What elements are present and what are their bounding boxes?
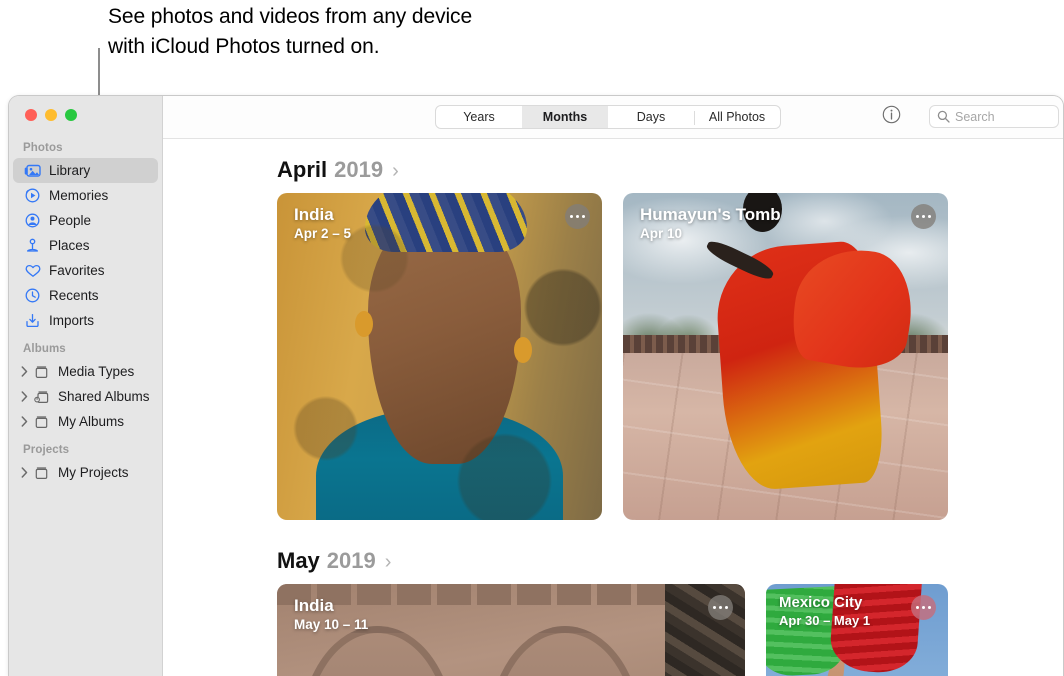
- sidebar-item-label: Memories: [49, 188, 109, 203]
- minimize-button[interactable]: [45, 109, 57, 121]
- toolbar: Years Months Days All Photos Search: [163, 96, 1063, 139]
- callout-line-2: with iCloud Photos turned on.: [108, 35, 380, 58]
- sidebar-item-favorites[interactable]: Favorites: [13, 258, 158, 283]
- memories-icon: [23, 187, 42, 204]
- month-year: 2019: [326, 548, 376, 573]
- sidebar-item-label: Library: [49, 163, 91, 178]
- photo-card-mexico-city[interactable]: Mexico City Apr 30 – May 1: [766, 584, 948, 676]
- info-icon: [882, 105, 901, 129]
- photo-row-may: India May 10 – 11 Mexico City Apr 30 – M…: [277, 584, 1063, 676]
- folder-icon: [32, 413, 51, 430]
- sidebar-item-label: Shared Albums: [58, 389, 150, 404]
- sidebar-list-albums: Media Types Shared Albums My Albums: [9, 359, 162, 434]
- sidebar-item-label: Places: [49, 238, 90, 253]
- search-field[interactable]: Search: [929, 105, 1059, 128]
- photo-row-april: India Apr 2 – 5 Humayun's Tomb Apr 10: [277, 193, 1063, 520]
- sidebar-item-label: Recents: [49, 288, 99, 303]
- sidebar-item-label: My Projects: [58, 465, 129, 480]
- more-options-button[interactable]: [911, 595, 936, 620]
- card-subtitle: Apr 30 – May 1: [779, 613, 871, 628]
- month-header-may[interactable]: May 2019 ›: [277, 548, 1063, 574]
- card-title: India: [294, 596, 334, 615]
- photos-grid[interactable]: April 2019 › India Apr 2 – 5 Humayun's T…: [163, 139, 1063, 676]
- month-header-april[interactable]: April 2019 ›: [277, 157, 1063, 183]
- sidebar-item-library[interactable]: Library: [13, 158, 158, 183]
- card-subtitle: Apr 2 – 5: [294, 226, 352, 241]
- sidebar-item-label: Imports: [49, 313, 95, 328]
- people-icon: [23, 212, 42, 229]
- imports-icon: [23, 312, 42, 329]
- sidebar-item-recents[interactable]: Recents: [13, 283, 158, 308]
- sidebar-item-label: People: [49, 213, 92, 228]
- more-options-button[interactable]: [565, 204, 590, 229]
- more-options-button[interactable]: [708, 595, 733, 620]
- chevron-right-icon[interactable]: [17, 365, 31, 379]
- tab-years[interactable]: Years: [436, 106, 522, 128]
- places-icon: [23, 237, 42, 254]
- tab-all-photos[interactable]: All Photos: [694, 106, 780, 128]
- search-input-placeholder: Search: [955, 109, 995, 124]
- callout-line-1: See photos and videos from any device: [108, 5, 473, 28]
- month-name: April: [277, 157, 328, 182]
- photo-card-india-may[interactable]: India May 10 – 11: [277, 584, 745, 676]
- chevron-right-icon[interactable]: ›: [385, 551, 392, 574]
- card-title: India: [294, 205, 334, 224]
- window-controls: [25, 109, 77, 121]
- sidebar-item-shared-albums[interactable]: Shared Albums: [13, 384, 158, 409]
- card-subtitle: May 10 – 11: [294, 617, 369, 632]
- tab-days[interactable]: Days: [608, 106, 694, 128]
- sidebar-item-my-albums[interactable]: My Albums: [13, 409, 158, 434]
- photo-card-humayuns-tomb[interactable]: Humayun's Tomb Apr 10: [623, 193, 948, 520]
- chevron-right-icon[interactable]: [17, 390, 31, 404]
- photos-window: Photos Library Memories People Places Fa…: [8, 95, 1064, 676]
- search-icon: [937, 110, 950, 123]
- recents-icon: [23, 287, 42, 304]
- view-mode-segmented-control[interactable]: Years Months Days All Photos: [435, 105, 781, 129]
- favorites-icon: [23, 262, 42, 279]
- sidebar-section-photos-title: Photos: [23, 142, 63, 154]
- card-subtitle: Apr 10: [640, 226, 683, 241]
- sidebar-list-projects: My Projects: [9, 460, 162, 485]
- tab-months[interactable]: Months: [522, 106, 608, 128]
- card-title: Humayun's Tomb: [640, 205, 781, 224]
- chevron-right-icon[interactable]: [17, 466, 31, 480]
- more-options-button[interactable]: [911, 204, 936, 229]
- folder-icon: [32, 464, 51, 481]
- sidebar-item-imports[interactable]: Imports: [13, 308, 158, 333]
- sidebar-section-projects-title: Projects: [23, 444, 70, 456]
- sidebar-list-photos: Library Memories People Places Favorites…: [9, 158, 162, 333]
- sidebar-item-label: Favorites: [49, 263, 105, 278]
- photo-thumbnail: [277, 193, 602, 520]
- zoom-button[interactable]: [65, 109, 77, 121]
- chevron-right-icon[interactable]: [17, 415, 31, 429]
- sidebar-item-label: Media Types: [58, 364, 135, 379]
- close-button[interactable]: [25, 109, 37, 121]
- sidebar-item-places[interactable]: Places: [13, 233, 158, 258]
- month-year: 2019: [334, 157, 384, 182]
- sidebar-item-people[interactable]: People: [13, 208, 158, 233]
- sidebar-section-albums-title: Albums: [23, 343, 66, 355]
- sidebar-item-label: My Albums: [58, 414, 125, 429]
- screenshot-root: See photos and videos from any device wi…: [0, 0, 1064, 676]
- shared-folder-icon: [32, 388, 51, 405]
- photo-thumbnail: [623, 193, 948, 520]
- sidebar-item-media-types[interactable]: Media Types: [13, 359, 158, 384]
- folder-icon: [32, 363, 51, 380]
- sidebar-item-my-projects[interactable]: My Projects: [13, 460, 158, 485]
- library-icon: [23, 162, 42, 179]
- chevron-right-icon[interactable]: ›: [392, 160, 399, 183]
- card-title: Mexico City: [779, 594, 863, 611]
- sidebar-item-memories[interactable]: Memories: [13, 183, 158, 208]
- sidebar: Photos Library Memories People Places Fa…: [9, 96, 163, 676]
- info-button[interactable]: [879, 105, 903, 129]
- callout-annotation: See photos and videos from any device wi…: [108, 2, 628, 62]
- photo-card-india-april[interactable]: India Apr 2 – 5: [277, 193, 602, 520]
- month-name: May: [277, 548, 320, 573]
